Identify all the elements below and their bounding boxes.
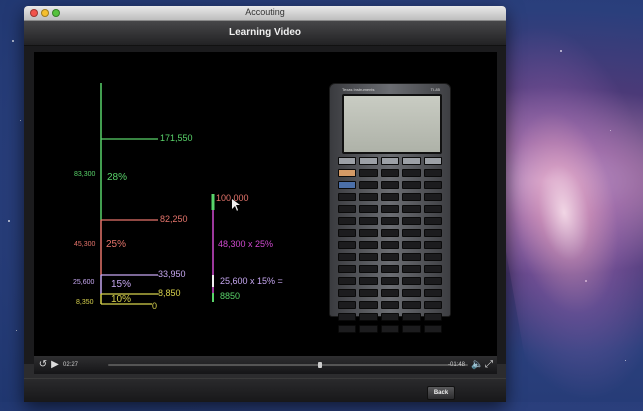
- value-82250-label: 82,250: [160, 214, 188, 224]
- calculator-brand: Texas Instruments: [342, 87, 375, 92]
- left-83300-label: 83,300: [74, 171, 96, 178]
- page-title: Learning Video: [228, 27, 302, 38]
- annotation-bottom: 8850: [220, 291, 240, 301]
- back-button[interactable]: Back: [427, 386, 455, 400]
- calculator-screen: [342, 94, 442, 154]
- remaining-time: -01:48: [448, 362, 466, 368]
- window-title: Accouting: [245, 7, 285, 17]
- left-25600-label: 25,600: [73, 279, 95, 286]
- value-8850-label: 8,850: [158, 288, 181, 298]
- scrubber-track[interactable]: [108, 362, 468, 368]
- playback-controls: ↺ ▶ 02:27 -01:48 🔈 ⤢: [34, 356, 497, 374]
- annotation-mid: 48,300 x 25%: [218, 239, 273, 249]
- scrubber-thumb[interactable]: [318, 362, 322, 368]
- calculator-model: TI-85: [430, 87, 440, 92]
- play-icon[interactable]: ▶: [50, 356, 60, 374]
- volume-icon[interactable]: 🔈: [471, 356, 483, 374]
- left-45300-label: 45,300: [74, 241, 96, 248]
- elapsed-time: 02:27: [63, 362, 79, 368]
- bottom-toolbar: Back: [24, 378, 506, 402]
- app-window: Accouting Learning Video 171,550 82,250 …: [24, 6, 506, 402]
- window-titlebar: Accouting: [24, 6, 506, 21]
- percent-15-label: 15%: [111, 279, 131, 290]
- percent-10-label: 10%: [111, 294, 131, 305]
- replay-icon[interactable]: ↺: [38, 356, 48, 374]
- calculator-image: Texas Instruments TI-85: [329, 83, 451, 333]
- video-player[interactable]: 171,550 82,250 33,950 8,850 0 83,300 45,…: [34, 52, 497, 356]
- percent-28-label: 28%: [107, 172, 127, 183]
- header-bar: Learning Video: [24, 21, 506, 46]
- value-zero-label: 0: [152, 301, 157, 311]
- percent-25-label: 25%: [106, 239, 126, 250]
- left-8350-label: 8,350: [76, 299, 94, 306]
- annotation-low: 25,600 x 15% =: [220, 276, 283, 286]
- value-171550-label: 171,550: [160, 133, 193, 143]
- fullscreen-icon[interactable]: ⤢: [484, 356, 494, 374]
- calculator-keypad: [338, 157, 442, 333]
- value-33950-label: 33,950: [158, 269, 186, 279]
